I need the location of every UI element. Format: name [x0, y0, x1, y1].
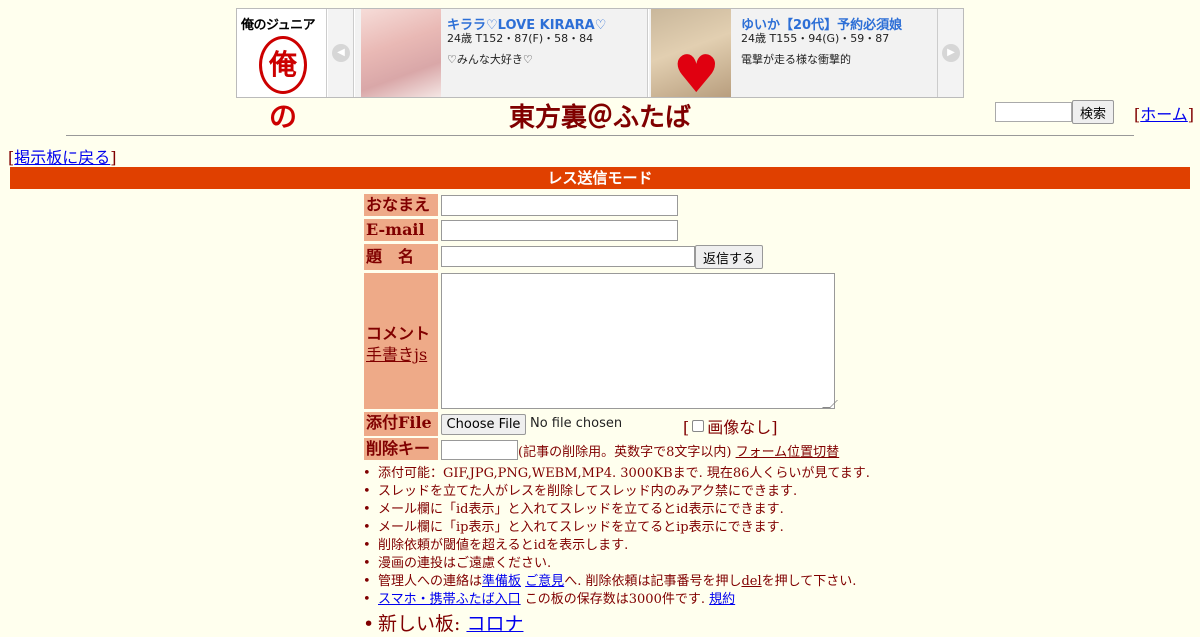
ad-card[interactable]: ♥ ゆいか【20代】予約必須娘 24歳 T155・94(G)・59・87 電撃が…: [649, 9, 942, 101]
ad-banner[interactable]: 俺のジュニア 俺の ◀ キララ♡LOVE KIRARA♡ 24歳 T152・87…: [236, 8, 964, 133]
home-link[interactable]: ホーム: [1140, 105, 1188, 124]
chevron-right-icon: ▶: [942, 44, 960, 62]
list-item: メール欄に「id表示」と入れてスレッドを立てるとid表示にできます.: [361, 501, 870, 519]
choose-file-button[interactable]: Choose File: [441, 414, 526, 435]
notice-text: この板の保存数は3000件です.: [524, 592, 705, 607]
new-board-link[interactable]: コロナ: [466, 613, 523, 635]
notice-text: へ. 削除依頼は記事番号を押し: [564, 574, 742, 589]
reply-button[interactable]: 返信する: [695, 245, 763, 269]
ad-logo[interactable]: 俺のジュニア 俺の: [237, 9, 327, 133]
back-link-wrap: [掲示板に戻る]: [8, 148, 117, 167]
list-item: メール欄に「ip表示」と入れてスレッドを立てるとip表示にできます.: [361, 519, 870, 537]
ad-card-desc: ♡みんな大好き♡: [447, 53, 533, 66]
ad-logo-text: 俺のジュニア: [241, 18, 316, 33]
back-to-board-link[interactable]: 掲示板に戻る: [14, 148, 110, 167]
heart-icon: ♥: [673, 45, 720, 105]
junbi-board-link[interactable]: 準備板: [482, 574, 521, 589]
ad-prev-button[interactable]: ◀: [328, 9, 354, 97]
search-button[interactable]: 検索: [1072, 100, 1114, 124]
no-image-label[interactable]: 画像なし: [707, 418, 771, 437]
list-item: 漫画の連投はご遠慮ください.: [361, 555, 870, 573]
list-item: スマホ・携帯ふたば入口 この板の保存数は3000件です. 規約: [361, 591, 870, 609]
mobile-entrance-link[interactable]: スマホ・携帯ふたば入口: [378, 592, 521, 607]
name-field[interactable]: [441, 195, 678, 216]
subject-field[interactable]: [441, 246, 695, 267]
notice-text: 管理人への連絡は: [378, 574, 483, 589]
home-link-wrap: [ホーム]: [1134, 105, 1195, 124]
ad-photo[interactable]: [361, 9, 441, 97]
subject-label: 題 名: [364, 244, 438, 270]
new-board-label: 新しい板:: [378, 613, 461, 635]
rules-link[interactable]: 規約: [709, 592, 735, 607]
del-link[interactable]: del: [741, 574, 761, 589]
reply-mode-bar: レス送信モード: [10, 167, 1190, 189]
ad-card[interactable]: キララ♡LOVE KIRARA♡ 24歳 T152・87(F)・58・84 ♡み…: [355, 9, 648, 97]
no-image-checkbox[interactable]: [692, 420, 705, 432]
comment-textarea[interactable]: [441, 273, 835, 409]
ad-photo[interactable]: ♥: [651, 9, 731, 101]
list-item: 添付可能：GIF,JPG,PNG,WEBM,MP4. 3000KBまで. 現在8…: [361, 465, 870, 483]
delete-key-label: 削除キー: [364, 438, 438, 460]
chevron-left-icon: ◀: [332, 44, 350, 62]
notice-text: を押して下さい.: [761, 574, 857, 589]
file-chooser[interactable]: Choose File No file chosen: [441, 414, 681, 436]
list-item: 新しい板: コロナ: [361, 611, 870, 637]
no-image-option: [画像なし]: [683, 418, 778, 437]
opinion-link[interactable]: ご意見: [525, 574, 564, 589]
ad-card-stats: 24歳 T152・87(F)・58・84: [447, 32, 594, 45]
ad-next-button[interactable]: ▶: [937, 9, 963, 97]
list-item: 管理人への連絡は準備板 ご意見へ. 削除依頼は記事番号を押しdelを押して下さい…: [361, 573, 870, 591]
name-label: おなまえ: [364, 194, 438, 216]
file-label: 添付File: [364, 412, 438, 436]
list-item: スレッドを立てた人がレスを削除してスレッド内のみアク禁にできます.: [361, 483, 870, 501]
list-item: 削除依頼が閾値を超えるとidを表示します.: [361, 537, 870, 555]
ad-card-stats: 24歳 T155・94(G)・59・87: [741, 32, 890, 45]
notice-list: 添付可能：GIF,JPG,PNG,WEBM,MP4. 3000KBまで. 現在8…: [361, 465, 870, 637]
ad-logo-mark: 俺の: [259, 36, 307, 133]
email-field[interactable]: [441, 220, 678, 241]
form-position-toggle-link[interactable]: フォーム位置切替: [736, 445, 840, 460]
comment-label-cell: コメント 手書きjs: [364, 273, 438, 409]
ad-card-desc: 電撃が走る様な衝撃的: [741, 53, 851, 66]
no-file-text: No file chosen: [530, 416, 623, 431]
search-input[interactable]: [995, 102, 1072, 122]
email-label: E-mail: [364, 219, 438, 241]
divider: [66, 135, 1134, 136]
tegaki-link[interactable]: 手書きjs: [366, 341, 427, 365]
delete-key-note-wrap: (記事の削除用。英数字で8文字以内) フォーム位置切替: [518, 441, 839, 460]
delete-key-note: (記事の削除用。英数字で8文字以内): [518, 445, 732, 460]
delete-key-field[interactable]: [441, 440, 518, 460]
